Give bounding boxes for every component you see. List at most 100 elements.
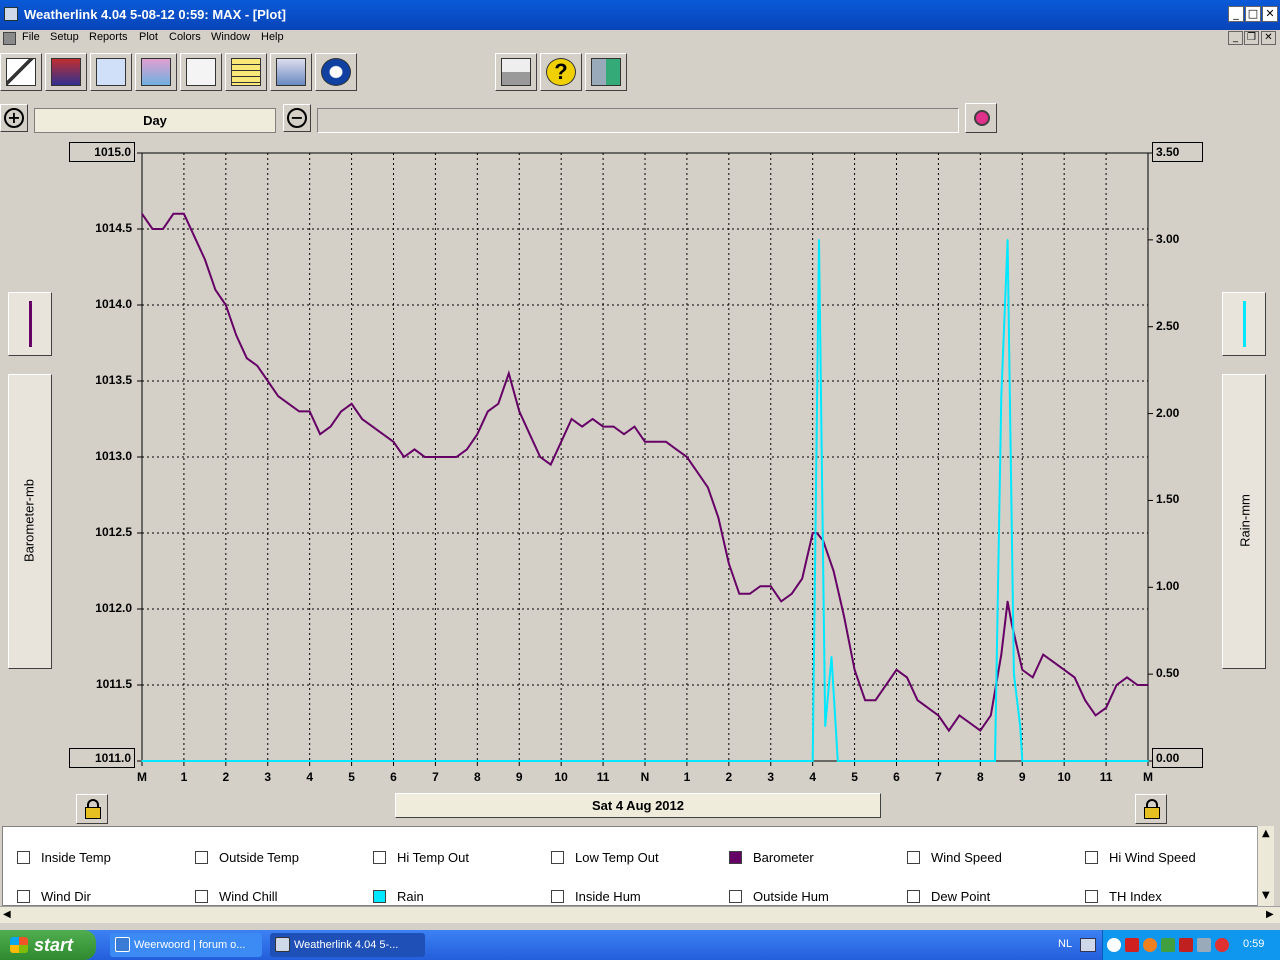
legend-label[interactable]: Rain (397, 889, 424, 904)
legend-checkbox[interactable] (551, 851, 564, 864)
series-barometer-point (623, 433, 625, 436)
series-barometer-point (245, 357, 248, 360)
x-tick-label: 10 (1057, 770, 1071, 784)
series-rain-point (1147, 760, 1149, 762)
series-barometer-point (780, 600, 783, 603)
series-barometer-point (497, 403, 500, 405)
legend-checkbox[interactable] (195, 890, 208, 903)
legend-label[interactable]: Outside Hum (753, 889, 829, 904)
legend-checkbox[interactable] (729, 890, 742, 903)
series-rain-point (1006, 239, 1009, 241)
series-barometer-point (728, 562, 730, 565)
legend-label[interactable]: Dew Point (931, 889, 990, 904)
taskbar-item-weatherlink[interactable]: Weatherlink 4.04 5-... (270, 933, 425, 957)
legend-label[interactable]: Outside Temp (219, 850, 299, 865)
series-barometer-point (455, 456, 458, 458)
right-y-tick-label: 3.00 (1156, 231, 1180, 246)
series-barometer-point (895, 669, 898, 671)
series-barometer-point (927, 707, 929, 709)
legend-checkbox[interactable] (17, 890, 30, 903)
system-tray: 0:59 (1102, 930, 1280, 960)
scroll-down-icon[interactable]: ▼ (1262, 890, 1270, 901)
start-label: start (34, 935, 74, 955)
legend-checkbox[interactable] (373, 890, 386, 903)
scroll-left-icon[interactable]: ◀ (3, 909, 11, 920)
legend-label[interactable]: Hi Wind Speed (1109, 850, 1196, 865)
left-y-tick-label: 1013.5 (95, 373, 132, 387)
legend-label[interactable]: Low Temp Out (575, 850, 659, 865)
legend-checkbox[interactable] (373, 851, 386, 864)
x-tick-label: 6 (893, 770, 900, 784)
horizontal-scrollbar[interactable]: ◀ ▶ (0, 906, 1280, 923)
ati-icon[interactable] (1179, 938, 1193, 952)
series-rain-point (843, 760, 845, 762)
start-button[interactable]: start (0, 930, 96, 960)
x-tick-label: 5 (348, 770, 355, 784)
legend-checkbox[interactable] (551, 890, 564, 903)
series-barometer-point (1063, 669, 1065, 671)
legend-vertical-scrollbar[interactable]: ▲ ▼ (1257, 826, 1274, 906)
task-label: Weerwoord | forum o... (134, 939, 246, 951)
legend-label[interactable]: Inside Temp (41, 850, 111, 865)
legend-checkbox[interactable] (907, 851, 920, 864)
security-icon[interactable] (1215, 938, 1229, 952)
x-tick-label: 11 (596, 770, 610, 784)
left-lock-button[interactable] (76, 794, 108, 824)
keyboard-icon[interactable] (1080, 938, 1096, 952)
legend-checkbox[interactable] (1085, 851, 1098, 864)
series-barometer-point (1084, 699, 1086, 701)
left-y-tick-label: 1012.5 (95, 525, 132, 539)
series-barometer-point (1006, 600, 1009, 603)
series-barometer-point (1042, 653, 1045, 656)
series-barometer-point (612, 425, 615, 428)
scroll-right-icon[interactable]: ▶ (1266, 909, 1274, 920)
date-bar[interactable]: Sat 4 Aug 2012 (395, 793, 881, 818)
right-y-tick-label: 1.00 (1156, 579, 1180, 594)
x-tick-label: M (1143, 770, 1153, 784)
x-tick-label: 6 (390, 770, 397, 784)
tray-expand-icon[interactable] (1107, 938, 1121, 952)
series-rain-point (824, 725, 827, 728)
update-icon[interactable] (1161, 938, 1175, 952)
series-rain-point (994, 760, 996, 762)
antivirus-icon[interactable] (1125, 938, 1139, 952)
legend-label[interactable]: Inside Hum (575, 889, 641, 904)
series-barometer-point (1147, 684, 1149, 686)
legend-label[interactable]: TH Index (1109, 889, 1162, 904)
right-y-tick-label: 1.50 (1156, 492, 1180, 507)
series-rain-point (837, 760, 839, 762)
series-barometer-point (466, 448, 468, 451)
x-tick-label: 4 (809, 770, 816, 784)
legend-checkbox[interactable] (729, 851, 742, 864)
series-barometer-point (539, 456, 542, 458)
x-tick-label: 5 (851, 770, 858, 784)
legend-label[interactable]: Barometer (753, 850, 814, 865)
series-barometer-point (853, 669, 856, 671)
legend-label[interactable]: Hi Temp Out (397, 850, 469, 865)
scroll-up-icon[interactable]: ▲ (1262, 828, 1270, 839)
legend-checkbox[interactable] (1085, 890, 1098, 903)
x-tick-label: M (137, 770, 147, 784)
legend-label[interactable]: Wind Chill (219, 889, 278, 904)
language-indicator[interactable]: NL (1058, 938, 1072, 950)
weatherlink-icon (275, 937, 290, 952)
firefox-icon[interactable] (1143, 938, 1157, 952)
network-icon[interactable] (1197, 938, 1211, 952)
series-barometer-point (832, 570, 835, 572)
series-barometer-point (843, 615, 845, 618)
right-y-tick-label: 2.00 (1156, 405, 1180, 420)
legend-label[interactable]: Wind Speed (931, 850, 1002, 865)
left-y-tick-label: 1014.0 (95, 297, 132, 311)
right-lock-button[interactable] (1135, 794, 1167, 824)
series-barometer-point (801, 577, 803, 580)
x-tick-label: 1 (180, 770, 188, 784)
left-y-tick-label: 1014.5 (95, 221, 132, 235)
legend-checkbox[interactable] (195, 851, 208, 864)
legend-checkbox[interactable] (907, 890, 920, 903)
series-barometer-point (1105, 707, 1107, 709)
series-barometer-point (1136, 684, 1139, 686)
legend-label[interactable]: Wind Dir (41, 889, 91, 904)
taskbar-item-browser[interactable]: Weerwoord | forum o... (110, 933, 262, 957)
legend-checkbox[interactable] (17, 851, 30, 864)
series-barometer-point (507, 372, 510, 375)
